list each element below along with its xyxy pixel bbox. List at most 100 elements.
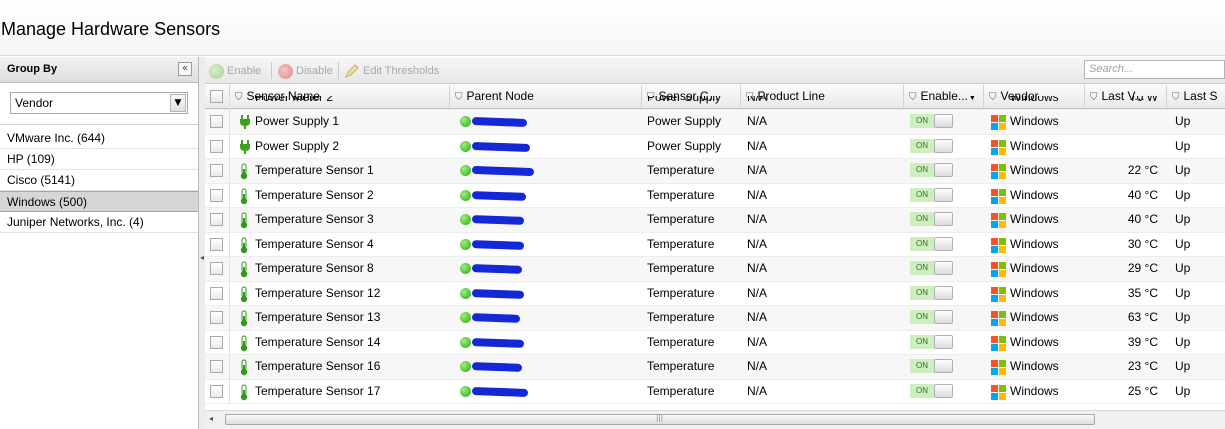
sensor-category: Power Supply — [647, 96, 722, 104]
parent-node-cell[interactable] — [450, 380, 642, 404]
enabled-toggle[interactable]: ON — [910, 236, 954, 251]
enabled-toggle[interactable]: ON — [910, 310, 954, 324]
row-checkbox[interactable] — [210, 384, 223, 398]
parent-node-cell[interactable] — [450, 355, 642, 379]
scrollbar-thumb[interactable]: ||| — [225, 414, 1095, 425]
table-row[interactable]: Temperature Sensor 17 Temperature N/A ON Win… — [205, 379, 1225, 404]
last-status: Up — [1175, 114, 1191, 128]
status-up-icon — [460, 287, 471, 299]
edit-thresholds-button[interactable]: Edit Thresholds — [344, 62, 439, 80]
row-checkbox-cell — [205, 134, 230, 158]
enabled-toggle[interactable]: ON — [910, 163, 954, 177]
table-row[interactable]: Temperature Sensor 3 Temperature N/A ON Wind… — [205, 208, 1225, 233]
last-value: 63 °C — [1127, 310, 1158, 324]
row-checkbox[interactable] — [210, 164, 223, 177]
row-checkbox[interactable] — [210, 360, 223, 373]
parent-node-cell[interactable] — [450, 159, 642, 183]
parent-node-cell[interactable] — [450, 184, 642, 208]
toggle-on-label: ON — [910, 212, 934, 226]
enabled-toggle[interactable]: ON — [910, 212, 954, 226]
search-input[interactable]: Search... — [1084, 60, 1225, 79]
table-row[interactable]: Power Meter 2 Power Supply N/A Windows 7… — [205, 96, 1225, 110]
enabled-cell: ON — [904, 208, 984, 232]
parent-node-cell[interactable] — [450, 110, 642, 134]
row-checkbox[interactable] — [210, 213, 223, 226]
enable-button[interactable]: Enable — [209, 62, 261, 80]
row-checkbox[interactable] — [210, 262, 223, 275]
sensor-name: Power Meter 2 — [255, 96, 334, 104]
product-line: N/A — [747, 334, 768, 349]
row-checkbox[interactable] — [210, 188, 223, 202]
row-checkbox[interactable] — [210, 237, 223, 251]
enable-button-label: Enable — [227, 65, 262, 77]
scroll-left-arrow-icon[interactable]: ◂ — [209, 414, 213, 423]
sensor-name-cell: Power Supply 2 — [230, 135, 450, 159]
table-row[interactable]: Temperature Sensor 12 Temperature N/A ON Win… — [205, 281, 1225, 306]
check-circle-icon — [209, 63, 224, 79]
table-row[interactable]: Power Supply 1 Power Supply N/A ON Windows Up — [205, 110, 1225, 135]
sensor-name-cell: Temperature Sensor 17 — [230, 380, 450, 404]
enabled-cell: ON — [904, 331, 984, 355]
parent-node-cell[interactable] — [450, 257, 642, 281]
last-status: Up — [1175, 163, 1191, 177]
enabled-toggle[interactable]: ON — [910, 359, 954, 373]
status-up-icon — [460, 385, 471, 397]
vendor-name: Windows — [1010, 261, 1059, 275]
table-row[interactable]: Temperature Sensor 8 Temperature N/A ON Wind… — [205, 257, 1225, 282]
row-checkbox-cell — [205, 110, 230, 134]
vendor-name: Windows — [1010, 96, 1059, 104]
enabled-toggle[interactable]: ON — [910, 114, 954, 128]
parent-node-cell[interactable] — [450, 233, 642, 257]
group-item[interactable]: Cisco (5141) — [0, 170, 198, 191]
chevron-down-icon[interactable]: ▼ — [170, 94, 186, 112]
enabled-toggle[interactable]: ON — [910, 285, 954, 300]
disable-button[interactable]: Disable — [278, 62, 333, 80]
group-item[interactable]: Windows (500) — [0, 191, 198, 212]
sensor-category: Temperature — [647, 261, 715, 275]
table-row[interactable]: Temperature Sensor 4 Temperature N/A ON Wind… — [205, 232, 1225, 257]
group-item[interactable]: Juniper Networks, Inc. (4) — [0, 212, 198, 233]
group-item[interactable]: VMware Inc. (644) — [0, 128, 198, 149]
last-status: Up — [1175, 383, 1191, 398]
table-row[interactable]: Temperature Sensor 2 Temperature N/A ON Wind… — [205, 183, 1225, 208]
windows-logo-icon — [991, 311, 1006, 326]
enabled-toggle[interactable]: ON — [910, 261, 954, 275]
last-status: Up — [1175, 285, 1191, 300]
table-row[interactable]: Temperature Sensor 1 Temperature N/A ON Wind… — [205, 159, 1225, 184]
vendor-cell: Windows — [984, 159, 1085, 183]
group-by-select[interactable]: Vendor ▼ — [10, 92, 188, 114]
table-row[interactable]: Temperature Sensor 13 Temperature N/A ON Win… — [205, 306, 1225, 331]
splitter-arrow-icon[interactable]: ◂ — [200, 253, 204, 262]
enabled-toggle[interactable]: ON — [910, 383, 954, 398]
horizontal-scrollbar[interactable]: ◂ ||| — [205, 410, 1225, 429]
table-row[interactable]: Temperature Sensor 14 Temperature N/A ON Win… — [205, 330, 1225, 355]
collapse-panel-button[interactable]: « — [178, 62, 192, 76]
enabled-toggle[interactable]: ON — [910, 138, 954, 153]
enabled-toggle[interactable]: ON — [910, 334, 954, 349]
sensor-category: Temperature — [647, 334, 715, 349]
parent-node-cell[interactable] — [450, 135, 642, 159]
sensor-name: Temperature Sensor 12 — [255, 285, 381, 300]
vendor-cell: Windows — [984, 380, 1085, 404]
row-checkbox[interactable] — [210, 115, 223, 128]
parent-node-cell[interactable] — [450, 306, 642, 330]
enabled-toggle[interactable]: ON — [910, 187, 954, 202]
table-row[interactable]: Power Supply 2 Power Supply N/A ON Windows Up — [205, 134, 1225, 159]
parent-node-cell[interactable] — [450, 331, 642, 355]
enabled-cell: ON — [904, 159, 984, 183]
parent-node-cell[interactable] — [450, 208, 642, 232]
sensor-name-cell: Temperature Sensor 2 — [230, 184, 450, 208]
row-checkbox[interactable] — [210, 286, 223, 300]
vendor-cell: Windows — [984, 184, 1085, 208]
row-checkbox[interactable] — [210, 311, 223, 324]
group-item[interactable]: HP (109) — [0, 149, 198, 170]
last-status: Up — [1175, 138, 1191, 153]
grip-icon: ||| — [656, 414, 664, 422]
parent-node-cell[interactable] — [450, 282, 642, 306]
table-row[interactable]: Temperature Sensor 16 Temperature N/A ON Win… — [205, 355, 1225, 380]
last-value: 25 °C — [1127, 383, 1158, 398]
row-checkbox[interactable] — [210, 139, 223, 153]
redacted-node-name — [471, 264, 523, 274]
redacted-node-name — [471, 215, 525, 225]
row-checkbox[interactable] — [210, 335, 223, 349]
